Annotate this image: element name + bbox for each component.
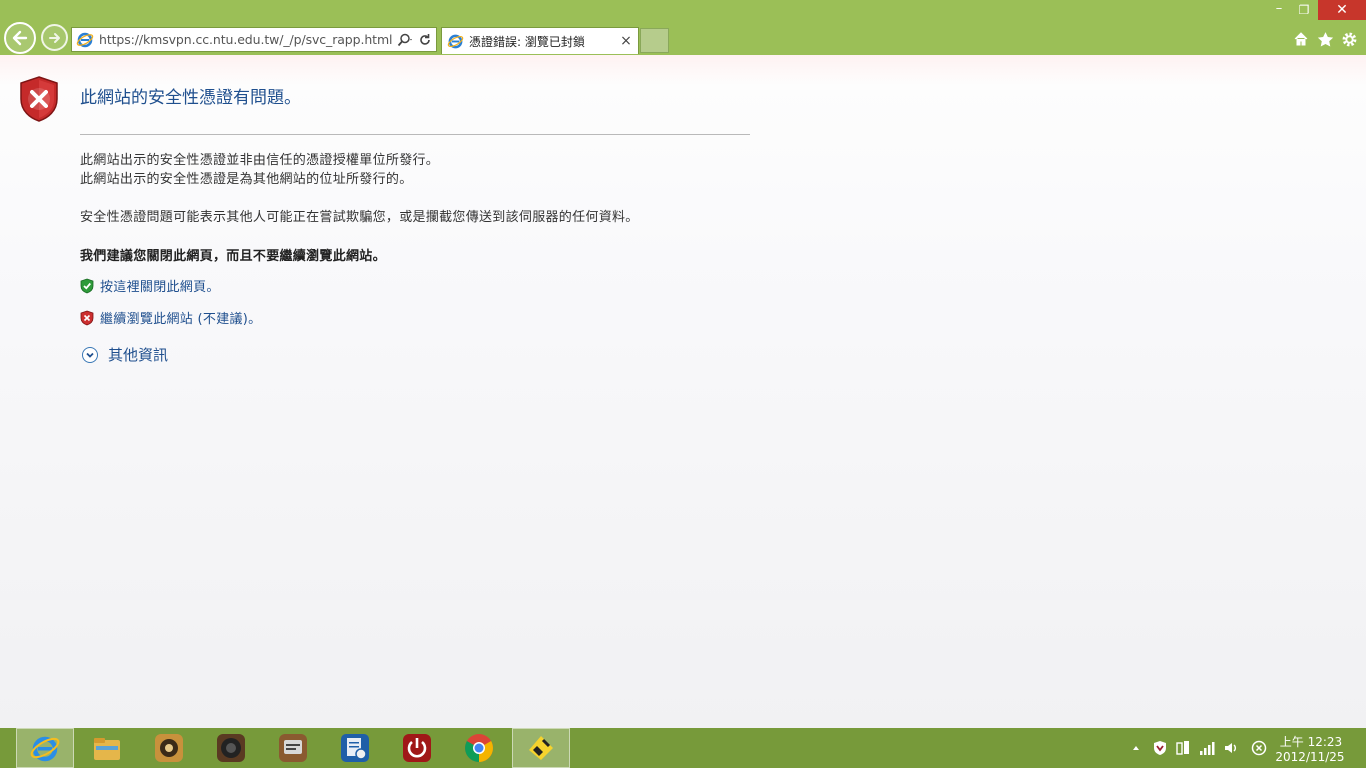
ie-logo-icon xyxy=(30,736,60,762)
chrome-icon xyxy=(465,734,493,762)
show-hidden-icons-button[interactable] xyxy=(1128,740,1144,756)
clock-date[interactable]: 2012/11/25 xyxy=(1270,750,1350,764)
more-info-label: 其他資訊 xyxy=(108,346,169,364)
app-logo-icon xyxy=(529,736,553,760)
refresh-icon xyxy=(420,33,430,45)
favorites-button[interactable] xyxy=(1314,28,1336,50)
home-icon xyxy=(1294,32,1308,46)
refresh-button[interactable] xyxy=(416,29,434,51)
taskbar-app-speaker[interactable] xyxy=(202,728,260,768)
browser-chrome: https://kmsvpn.cc.ntu.edu.tw/_/p/svc_rap… xyxy=(0,0,1366,55)
document-icon xyxy=(279,734,307,762)
taskbar-app-internet-explorer[interactable] xyxy=(16,728,74,768)
page-content: 此網站的安全性憑證有問題。 此網站出示的安全性憑證並非由信任的憑證授權單位所發行… xyxy=(0,55,1366,728)
search-icon xyxy=(397,33,412,46)
address-bar[interactable]: https://kmsvpn.cc.ntu.edu.tw/_/p/svc_rap… xyxy=(71,27,437,52)
more-info-toggle[interactable]: 其他資訊 xyxy=(82,344,168,365)
page-title: 此網站的安全性憑證有問題。 xyxy=(80,88,301,108)
tray-network[interactable] xyxy=(1199,740,1215,756)
chevron-up-icon xyxy=(1133,746,1139,750)
tab-title: 憑證錯誤: 瀏覽已封鎖 xyxy=(469,34,585,49)
back-button[interactable] xyxy=(4,22,36,54)
continue-row: 繼續瀏覽此網站 (不建議)。 xyxy=(80,308,261,327)
restore-button[interactable]: ❐ xyxy=(1293,0,1315,20)
tray-action-center[interactable] xyxy=(1251,740,1267,756)
recommendation-text: 我們建議您關閉此網頁，而且不要繼續瀏覽此網站。 xyxy=(80,249,386,264)
device-icon xyxy=(1176,741,1189,755)
taskbar: 上午 12:23 2012/11/25 xyxy=(0,728,1366,768)
search-dropdown-button[interactable] xyxy=(396,29,414,51)
speaker-icon xyxy=(217,734,245,762)
tray-antivirus[interactable] xyxy=(1152,740,1168,756)
ie-logo-icon xyxy=(76,32,94,47)
star-icon xyxy=(1317,31,1333,47)
shield-icon xyxy=(1154,741,1166,755)
error-detail-line-1: 此網站出示的安全性憑證並非由信任的憑證授權單位所發行。 xyxy=(80,153,440,168)
arrow-left-icon xyxy=(12,30,28,46)
taskbar-app-file-explorer[interactable] xyxy=(78,728,136,768)
new-tab-button[interactable] xyxy=(640,28,669,53)
shield-error-icon xyxy=(20,76,58,122)
chevron-down-icon xyxy=(82,346,98,363)
forward-button[interactable] xyxy=(41,24,68,51)
media-player-icon xyxy=(155,734,183,762)
tab-certificate-error[interactable]: 憑證錯誤: 瀏覽已封鎖 × xyxy=(441,27,639,54)
taskbar-app-yellow[interactable] xyxy=(512,728,570,768)
tab-close-button[interactable]: × xyxy=(618,33,634,49)
continue-to-site-link[interactable]: 繼續瀏覽此網站 (不建議)。 xyxy=(100,308,261,327)
settings-document-icon xyxy=(341,734,369,762)
ie-logo-icon xyxy=(447,34,464,48)
close-circle-icon xyxy=(1251,740,1267,756)
gear-icon xyxy=(1342,32,1356,46)
volume-icon xyxy=(1225,743,1236,753)
tools-button[interactable] xyxy=(1338,28,1360,50)
taskbar-app-system-tool[interactable] xyxy=(326,728,384,768)
error-detail-line-2: 此網站出示的安全性憑證是為其他網站的位址所發行的。 xyxy=(80,172,413,187)
divider xyxy=(80,134,750,135)
home-button[interactable] xyxy=(1290,28,1312,50)
arrow-right-icon xyxy=(48,32,60,43)
tray-device[interactable] xyxy=(1175,740,1191,756)
clock-time[interactable]: 上午 12:23 xyxy=(1276,733,1346,750)
tray-volume[interactable] xyxy=(1223,740,1239,756)
taskbar-app-doc-viewer[interactable] xyxy=(264,728,322,768)
shield-x-icon xyxy=(80,310,94,325)
close-page-link[interactable]: 按這裡關閉此網頁。 xyxy=(100,276,220,295)
taskbar-app-power[interactable] xyxy=(388,728,446,768)
taskbar-app-chrome[interactable] xyxy=(450,728,508,768)
taskbar-app-media-player[interactable] xyxy=(140,728,198,768)
power-icon xyxy=(403,734,431,762)
minimize-button[interactable]: – xyxy=(1270,0,1288,20)
signal-icon xyxy=(1200,742,1215,755)
shield-check-icon xyxy=(80,278,94,293)
close-page-row: 按這裡關閉此網頁。 xyxy=(80,276,220,295)
folder-icon xyxy=(94,738,120,760)
error-warning-text: 安全性憑證問題可能表示其他人可能正在嘗試欺騙您，或是攔截您傳送到該伺服器的任何資… xyxy=(80,210,639,225)
address-url[interactable]: https://kmsvpn.cc.ntu.edu.tw/_/p/svc_rap… xyxy=(99,32,396,47)
close-window-button[interactable]: ✕ xyxy=(1318,0,1366,20)
